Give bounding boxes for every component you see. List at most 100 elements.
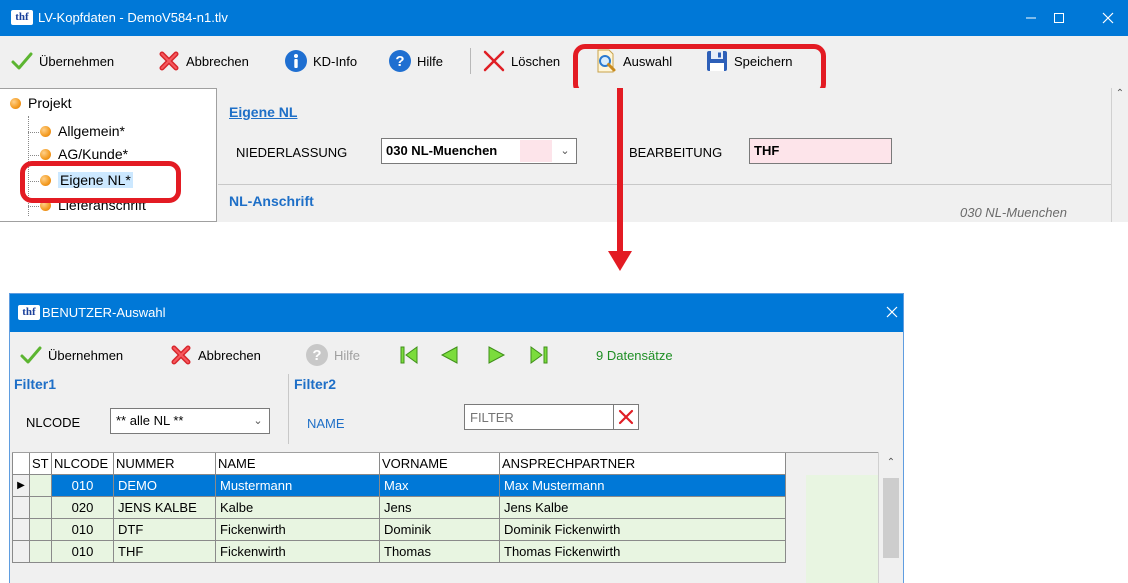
- tree-item-label: Projekt: [28, 95, 72, 111]
- cell-nummer: DEMO: [114, 475, 216, 497]
- maximize-button[interactable]: [1036, 0, 1082, 36]
- table-row[interactable]: 020 JENS KALBE Kalbe Jens Jens Kalbe: [12, 497, 786, 519]
- name-filter-input[interactable]: [464, 404, 614, 430]
- benutzer-grid: ST NLCODE NUMMER NAME VORNAME ANSPRECHPA…: [12, 452, 878, 583]
- niederlassung-value: 030 NL-Muenchen: [386, 143, 498, 158]
- cell-st: [30, 475, 52, 497]
- app-logo-icon: thf: [18, 305, 40, 320]
- cell-ansprechpartner: Jens Kalbe: [500, 497, 786, 519]
- column-header-nummer[interactable]: NUMMER: [114, 453, 216, 475]
- highlight-tree-eigene-nl: [20, 161, 181, 203]
- chevron-down-icon: ⌄: [253, 415, 263, 427]
- form-scrollbar[interactable]: ⌃: [1111, 88, 1128, 222]
- checkmark-icon: [20, 346, 42, 364]
- cell-nlcode: 020: [52, 497, 114, 519]
- svg-text:?: ?: [395, 53, 404, 70]
- column-header-name[interactable]: NAME: [216, 453, 380, 475]
- bearbeitung-label: BEARBEITUNG: [629, 145, 723, 160]
- column-header-st[interactable]: ST: [30, 453, 52, 475]
- dialog-uebernehmen-button[interactable]: Übernehmen: [19, 342, 123, 368]
- cell-ansprechpartner: Dominik Fickenwirth: [500, 519, 786, 541]
- tree-item-allgemein[interactable]: Allgemein*: [40, 123, 125, 139]
- tree-item-ag-kunde[interactable]: AG/Kunde*: [40, 146, 128, 162]
- form-panel: Eigene NL NIEDERLASSUNG 030 NL-Muenchen …: [218, 88, 1111, 222]
- first-record-icon[interactable]: [398, 344, 420, 366]
- uebernehmen-label: Übernehmen: [48, 347, 124, 363]
- hilfe-button[interactable]: ? Hilfe: [388, 48, 443, 74]
- previous-record-icon[interactable]: [438, 344, 460, 366]
- column-header-nlcode[interactable]: NLCODE: [52, 453, 114, 475]
- loeschen-button[interactable]: Löschen: [482, 48, 560, 74]
- hilfe-label: Hilfe: [334, 347, 361, 363]
- indicator-header: [12, 453, 30, 475]
- tree-item-label: AG/Kunde*: [58, 146, 129, 162]
- table-row[interactable]: ▶ 010 DEMO Mustermann Max Max Mustermann: [12, 475, 786, 497]
- last-record-icon[interactable]: [528, 344, 550, 366]
- dialog-hilfe-button[interactable]: ? Hilfe: [305, 342, 360, 368]
- abbrechen-button[interactable]: Abbrechen: [157, 48, 249, 74]
- clear-x-icon: [618, 409, 634, 425]
- maximize-icon: [1054, 13, 1064, 24]
- grid-header: ST NLCODE NUMMER NAME VORNAME ANSPRECHPA…: [12, 453, 786, 475]
- scroll-thumb[interactable]: [883, 478, 899, 558]
- cell-nummer: JENS KALBE: [114, 497, 216, 519]
- niederlassung-label: NIEDERLASSUNG: [236, 145, 348, 160]
- uebernehmen-button[interactable]: Übernehmen: [10, 48, 114, 74]
- dialog-close-button[interactable]: [869, 294, 903, 330]
- cell-vorname: Dominik: [380, 519, 500, 541]
- row-indicator: [12, 497, 30, 519]
- cell-vorname: Jens: [380, 497, 500, 519]
- column-header-vorname[interactable]: VORNAME: [380, 453, 500, 475]
- name-filter-label: NAME: [307, 416, 345, 431]
- orange-bullet-icon: [40, 125, 51, 137]
- arrow-shaft: [617, 88, 623, 251]
- main-window: thf LV-Kopfdaten - DemoV584-n1.tlv Übern…: [0, 0, 1128, 222]
- cell-st: [30, 497, 52, 519]
- dialog-abbrechen-button[interactable]: Abbrechen: [169, 342, 261, 368]
- niederlassung-select[interactable]: 030 NL-Muenchen ⌄: [381, 138, 577, 164]
- kd-info-button[interactable]: KD-Info: [284, 48, 357, 74]
- record-count: 9 Datensätze: [596, 348, 673, 363]
- abbrechen-label: Abbrechen: [198, 347, 261, 363]
- abbrechen-label: Abbrechen: [186, 53, 249, 69]
- dialog-title: BENUTZER-Auswahl: [42, 305, 166, 320]
- chevron-down-icon: ⌄: [560, 145, 570, 157]
- cell-name: Kalbe: [216, 497, 380, 519]
- grid-scrollbar[interactable]: ⌃: [878, 452, 903, 583]
- info-icon: [285, 50, 307, 72]
- bearbeitung-field[interactable]: THF: [749, 138, 892, 164]
- help-icon: ?: [306, 344, 328, 366]
- table-row[interactable]: 010 DTF Fickenwirth Dominik Dominik Fick…: [12, 519, 786, 541]
- main-titlebar[interactable]: thf LV-Kopfdaten - DemoV584-n1.tlv: [0, 0, 1128, 36]
- cell-st: [30, 541, 52, 563]
- clear-filter-button[interactable]: [613, 404, 639, 430]
- dialog-toolbar: Übernehmen Abbrechen ? Hilfe 9 Datensätz…: [10, 332, 903, 374]
- filter2-title: Filter2: [294, 376, 337, 392]
- close-icon: [1102, 12, 1114, 24]
- kd-info-label: KD-Info: [313, 53, 358, 69]
- cell-nummer: DTF: [114, 519, 216, 541]
- uebernehmen-label: Übernehmen: [39, 53, 115, 69]
- next-record-icon[interactable]: [486, 344, 508, 366]
- checkmark-icon: [11, 52, 33, 70]
- section-title-eigene-nl: Eigene NL: [229, 104, 298, 120]
- close-button[interactable]: [1085, 0, 1128, 36]
- filter-divider: [288, 374, 289, 444]
- cell-name: Fickenwirth: [216, 519, 380, 541]
- main-toolbar: Übernehmen Abbrechen KD-Info ? Hilfe Lös…: [0, 36, 1128, 96]
- tree-connector: [28, 206, 39, 207]
- close-icon: [886, 306, 898, 318]
- dialog-titlebar[interactable]: thf BENUTZER-Auswahl: [10, 294, 903, 332]
- tree-item-projekt[interactable]: Projekt: [10, 95, 72, 111]
- column-header-ansprechpartner[interactable]: ANSPRECHPARTNER: [500, 453, 786, 475]
- scroll-up-icon[interactable]: ⌃: [879, 454, 903, 472]
- cell-st: [30, 519, 52, 541]
- cell-nlcode: 010: [52, 541, 114, 563]
- table-row[interactable]: 010 THF Fickenwirth Thomas Thomas Ficken…: [12, 541, 786, 563]
- tree-item-label: Allgemein*: [58, 123, 125, 139]
- nl-anschrift-info: 030 NL-Muenchen: [960, 205, 1067, 220]
- tree-connector: [28, 132, 39, 133]
- app-logo-icon: thf: [11, 10, 33, 25]
- nlcode-filter-select[interactable]: ** alle NL ** ⌄: [110, 408, 270, 434]
- cell-vorname: Thomas: [380, 541, 500, 563]
